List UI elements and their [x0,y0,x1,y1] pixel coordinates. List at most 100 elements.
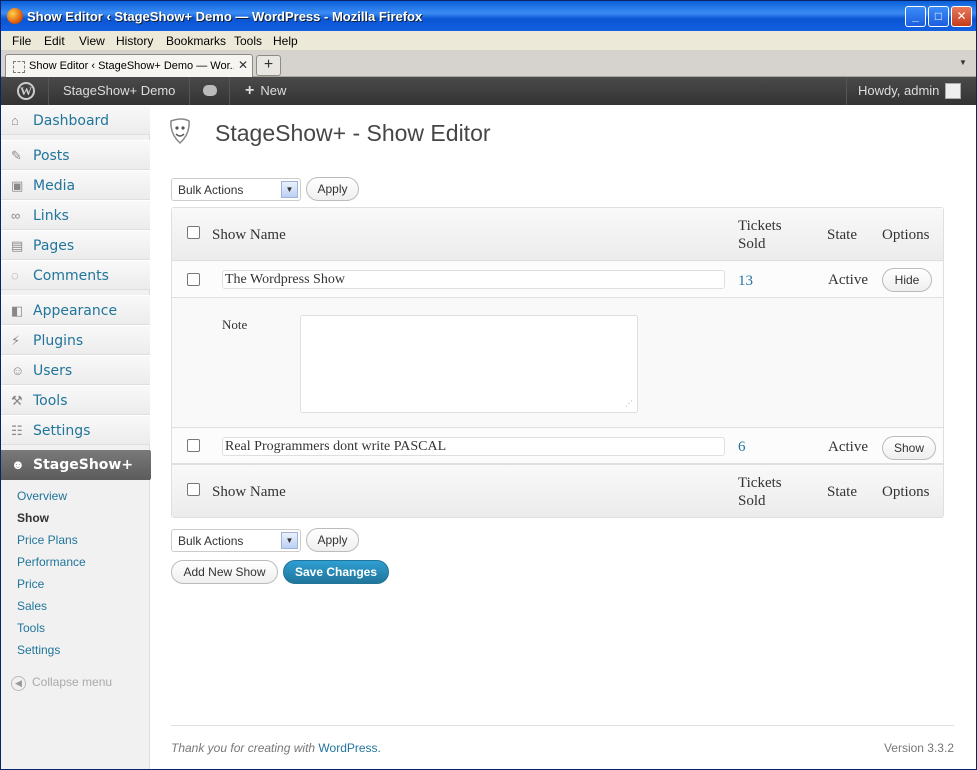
hide-button[interactable]: Hide [882,268,932,292]
row-checkbox[interactable] [187,439,200,452]
wordpress-logo-icon: W [17,82,35,100]
apply-button-bottom[interactable]: Apply [306,528,359,552]
sidebar-item-label: Posts [33,148,70,164]
submenu-tools[interactable]: Tools [17,621,45,635]
wordpress-logo-button[interactable]: W [1,77,49,105]
link-icon: ∞ [11,208,21,223]
collapse-label: Collapse menu [32,675,113,689]
col-options: Options [882,484,930,500]
collapse-menu-button[interactable]: ◀ Collapse menu [11,675,112,691]
appearance-icon: ◧ [11,303,24,318]
sidebar-item-label: Settings [33,423,91,439]
menu-bookmarks[interactable]: Bookmarks [166,34,226,48]
users-icon: ☺ [11,363,25,378]
avatar [945,83,961,99]
footer-thanks: Thank you for creating with WordPress. [171,741,381,755]
new-content-button[interactable]: + New [231,77,300,105]
new-tab-button[interactable]: + [256,55,281,76]
sidebar-item-pages[interactable]: ▤ Pages [1,230,150,260]
resize-grip-icon[interactable]: ⋰ [625,399,633,408]
comments-button[interactable] [190,77,230,105]
menu-history[interactable]: History [116,34,153,48]
admin-bar: W StageShow+ Demo + New Howdy, admin [1,77,976,105]
browser-window: Show Editor ‹ StageShow+ Demo — WordPres… [0,0,977,770]
page-title: StageShow+ - Show Editor [215,120,491,146]
submenu-sales[interactable]: Sales [17,599,47,613]
note-row: Note ⋰ [172,299,943,428]
sidebar-item-links[interactable]: ∞ Links [1,200,150,230]
submenu-settings[interactable]: Settings [17,643,60,657]
admin-sidebar: ⌂ Dashboard ✎ Posts ▣ Media ∞ Links ▤ Pages ◌… [1,105,159,769]
table-footer: Show Name Tickets Sold State Options [172,464,943,517]
show-button[interactable]: Show [882,436,936,460]
select-all-checkbox[interactable] [187,226,200,239]
col-tickets: Tickets [738,218,782,234]
show-name-input[interactable]: The Wordpress Show [222,270,725,289]
bulk-actions-select-bottom[interactable]: Bulk Actions ▼ [171,529,301,552]
show-name-input[interactable]: Real Programmers dont write PASCAL [222,437,725,456]
sidebar-item-posts[interactable]: ✎ Posts [1,140,150,170]
minimize-button[interactable]: _ [905,6,926,27]
tickets-sold-link[interactable]: 6 [738,439,746,456]
window-title: Show Editor ‹ StageShow+ Demo — WordPres… [27,9,423,24]
state-value: Active [828,272,868,288]
sidebar-item-users[interactable]: ☺ Users [1,355,150,385]
col-options: Options [882,227,930,243]
col-state: State [827,227,857,243]
sidebar-item-label: Links [33,208,69,224]
table-row: The Wordpress Show 13 Active Hide [172,262,943,298]
maximize-button[interactable]: □ [928,6,949,27]
tab-strip: Show Editor ‹ StageShow+ Demo — Wor... ✕… [1,51,976,77]
menu-file[interactable]: File [12,34,31,48]
col-state: State [827,484,857,500]
sidebar-item-plugins[interactable]: ⚡ Plugins [1,325,150,355]
sidebar-item-dashboard[interactable]: ⌂ Dashboard [1,105,150,135]
save-changes-button[interactable]: Save Changes [283,560,389,584]
menu-edit[interactable]: Edit [44,34,65,48]
add-new-show-button[interactable]: Add New Show [171,560,278,584]
submenu-performance[interactable]: Performance [17,555,86,569]
plus-icon: + [245,82,255,99]
submenu-overview[interactable]: Overview [17,489,67,503]
home-icon: ⌂ [11,113,19,128]
title-bar: Show Editor ‹ StageShow+ Demo — WordPres… [1,1,976,31]
bulk-actions-select-top[interactable]: Bulk Actions ▼ [171,178,301,201]
note-textarea[interactable]: ⋰ [300,315,638,413]
menu-tools[interactable]: Tools [234,34,262,48]
select-all-checkbox-bottom[interactable] [187,483,200,496]
sidebar-item-comments[interactable]: ◌ Comments [1,260,150,290]
submenu-price[interactable]: Price [17,577,44,591]
site-name-link[interactable]: StageShow+ Demo [49,77,191,105]
state-value: Active [828,439,868,455]
wordpress-link[interactable]: WordPress. [318,741,380,755]
bulk-actions-value: Bulk Actions [178,534,244,548]
submenu-price-plans[interactable]: Price Plans [17,533,78,547]
sidebar-item-media[interactable]: ▣ Media [1,170,150,200]
tab-title: Show Editor ‹ StageShow+ Demo — Wor... [29,60,234,72]
sidebar-item-settings[interactable]: ☷ Settings [1,415,150,445]
col-show-name[interactable]: Show Name [212,227,286,244]
sidebar-item-stageshow[interactable]: ☻ StageShow+ [1,450,159,480]
browser-tab[interactable]: Show Editor ‹ StageShow+ Demo — Wor... ✕ [5,54,253,77]
close-button[interactable]: ✕ [951,6,972,27]
sidebar-item-label: Pages [33,238,75,254]
submenu-show[interactable]: Show [17,511,49,525]
col-show-name[interactable]: Show Name [212,484,286,501]
pages-icon: ▤ [11,238,24,253]
close-tab-icon[interactable]: ✕ [238,58,248,72]
tickets-sold-link[interactable]: 13 [738,273,753,290]
menu-view[interactable]: View [79,34,105,48]
table-header: Show Name Tickets Sold State Options [172,208,943,261]
table-row: Real Programmers dont write PASCAL 6 Act… [172,429,943,464]
row-checkbox[interactable] [187,273,200,286]
sidebar-item-tools[interactable]: ⚒ Tools [1,385,150,415]
footer: Thank you for creating with WordPress. V… [171,725,954,755]
comment-bubble-icon [203,85,217,96]
sidebar-item-appearance[interactable]: ◧ Appearance [1,295,150,325]
account-menu[interactable]: Howdy, admin [846,77,976,105]
menu-help[interactable]: Help [273,34,298,48]
tab-list-icon[interactable]: ▼ [959,58,967,67]
theatre-masks-icon [170,118,190,145]
apply-button-top[interactable]: Apply [306,177,359,201]
howdy-label: Howdy, admin [858,83,940,98]
